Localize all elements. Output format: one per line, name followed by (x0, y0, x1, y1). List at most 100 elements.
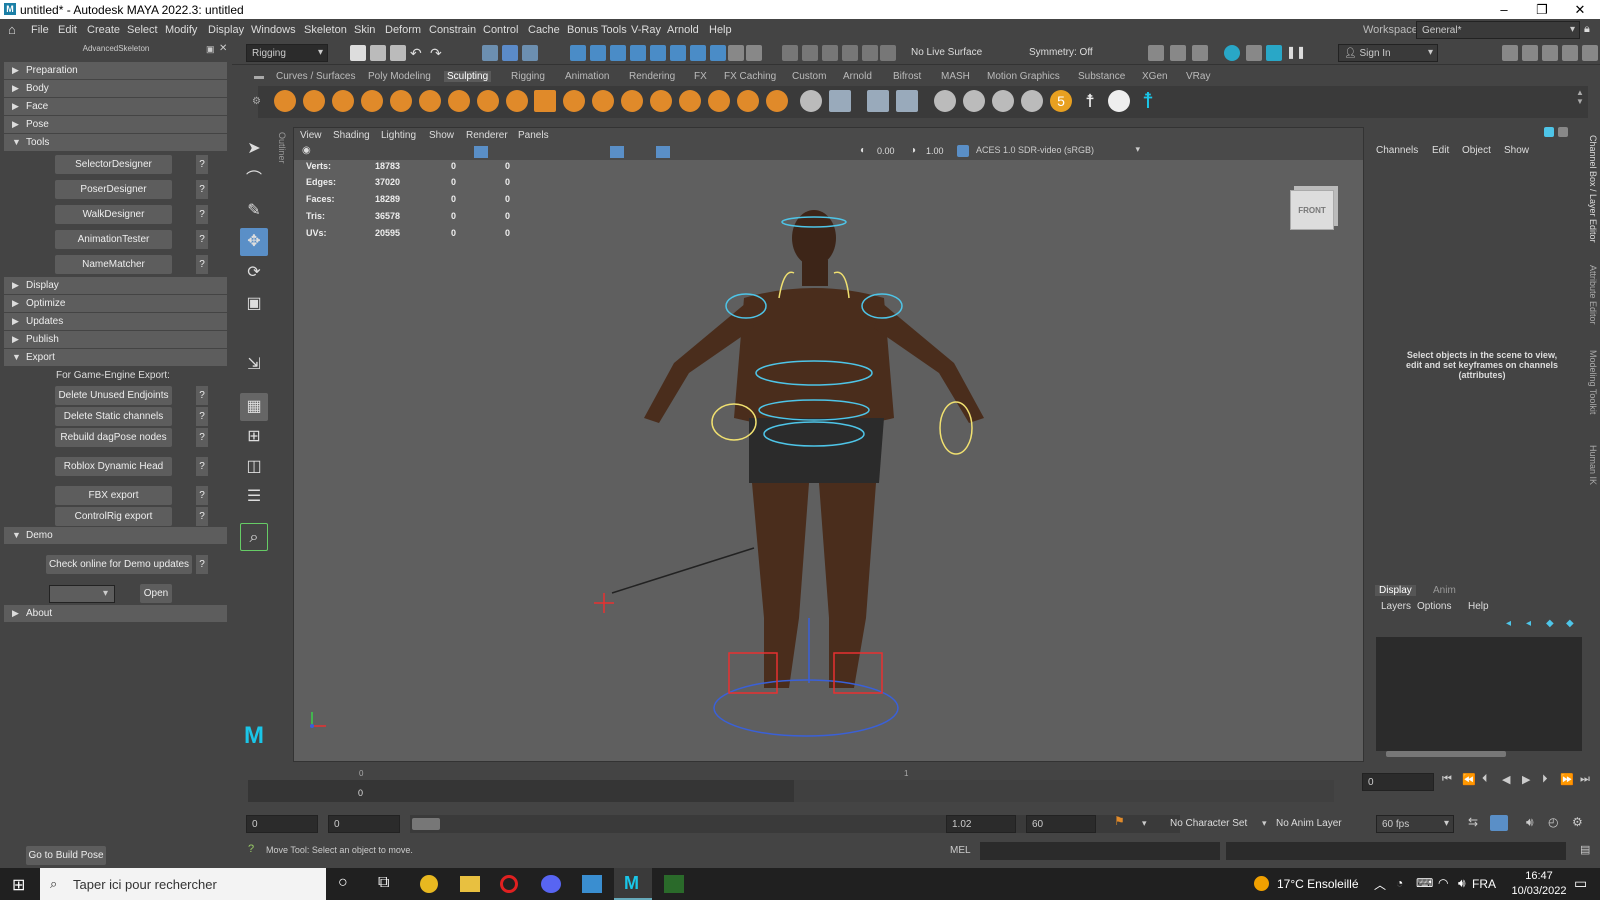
shelf-menu-icon[interactable]: ▬ (254, 71, 264, 82)
layers-icon[interactable] (992, 90, 1014, 112)
tab-display-layers[interactable]: Display (1375, 585, 1416, 596)
menu-modify[interactable]: Modify (165, 24, 197, 36)
new-empty-layer-icon[interactable]: ◆ (1546, 618, 1554, 629)
tab-xgen[interactable]: XGen (1142, 71, 1168, 82)
close-panel-icon[interactable]: ✕ (219, 43, 227, 54)
maximize-button[interactable]: ❐ (1524, 0, 1560, 19)
cache-playback-icon[interactable] (1490, 815, 1508, 831)
frame-pose[interactable]: ▶ Pose (4, 116, 227, 133)
delete-static-channels-button[interactable]: Delete Static channels (55, 407, 172, 426)
le-menu-options[interactable]: Options (1417, 601, 1451, 612)
ipr-icon[interactable] (862, 45, 878, 61)
select-tool-icon[interactable]: ➤ (240, 135, 268, 163)
frame-body[interactable]: ▶ Body (4, 80, 227, 97)
advanced-skeleton-icon[interactable]: ☨ (1137, 90, 1159, 112)
cb-menu-edit[interactable]: Edit (1432, 145, 1449, 156)
help-button[interactable]: ? (196, 507, 208, 526)
character-set-label[interactable]: No Character Set (1170, 818, 1247, 829)
tab-modeling-toolkit[interactable]: Modeling Toolkit (1588, 350, 1598, 414)
face-icon[interactable] (1108, 90, 1130, 112)
last-tool-icon[interactable]: ⇲ (240, 351, 268, 379)
tpose-figure-icon[interactable]: ☨ (1079, 90, 1101, 112)
grid-icon[interactable] (829, 90, 851, 112)
shelf-scroll-icon[interactable]: ▲ ▼ (1576, 88, 1584, 106)
help-button[interactable]: ? (196, 386, 208, 405)
build-pose-button[interactable]: Go to Build Pose (26, 846, 106, 865)
timeline-track[interactable] (248, 780, 794, 802)
menu-bonus-tools[interactable]: Bonus Tools (567, 24, 627, 36)
layer-scrollbar[interactable] (1386, 751, 1506, 757)
shelf-gear-icon[interactable]: ⚙ (252, 96, 261, 107)
help-button[interactable]: ? (196, 555, 208, 574)
help-button[interactable]: ? (196, 457, 208, 476)
number-five-icon[interactable]: 5 (1050, 90, 1072, 112)
menu-constrain[interactable]: Constrain (429, 24, 476, 36)
pin-icon[interactable] (1266, 45, 1282, 61)
lock-icon[interactable] (728, 45, 744, 61)
script-editor-icon[interactable]: ▤ (1580, 843, 1590, 856)
auto-key-icon[interactable]: ⚑ (1114, 814, 1125, 828)
xgen-icon[interactable] (934, 90, 956, 112)
layer-list[interactable] (1376, 637, 1582, 751)
frame-face[interactable]: ▶ Face (4, 98, 227, 115)
eraser-icon[interactable] (1021, 90, 1043, 112)
tab-motion-graphics[interactable]: Motion Graphics (987, 71, 1060, 82)
scale-tool-icon[interactable]: ▣ (240, 290, 268, 318)
animation-end-field[interactable]: 60 (1026, 815, 1096, 833)
frame-preparation[interactable]: ▶ Preparation (4, 62, 227, 79)
render-icon[interactable] (842, 45, 858, 61)
notification-icon[interactable]: ▭ (1574, 875, 1587, 892)
hypershade-icon[interactable] (1246, 45, 1262, 61)
menu-select[interactable]: Select (127, 24, 158, 36)
opera-icon[interactable] (500, 875, 518, 893)
ipr-render-icon[interactable] (1192, 45, 1208, 61)
lock-icon[interactable]: 🔒︎ (1584, 23, 1590, 36)
io-icon[interactable] (802, 45, 818, 61)
step-back-icon[interactable]: ⏴ (1482, 773, 1488, 786)
sculpt-settings-icon[interactable] (800, 90, 822, 112)
pause-icon[interactable]: ❚❚ (1286, 45, 1306, 61)
scrape-tool-icon[interactable] (592, 90, 614, 112)
weather-text[interactable]: 17°C Ensoleillé (1277, 877, 1359, 891)
step-forward-icon[interactable]: ⏵ (1542, 773, 1548, 786)
anim-prefs-icon[interactable]: ⚙ (1572, 815, 1583, 829)
help-button[interactable]: ? (196, 255, 208, 274)
tab-rendering[interactable]: Rendering (629, 71, 675, 82)
render-current-icon[interactable] (1170, 45, 1186, 61)
menuset-dropdown[interactable]: Rigging ▾ (246, 44, 328, 62)
volume-icon[interactable]: 🔊︎ (1458, 876, 1466, 891)
snap-edge-icon[interactable] (690, 45, 706, 61)
amplify-tool-icon[interactable] (737, 90, 759, 112)
select-object-icon[interactable] (502, 45, 518, 61)
spray-tool-icon[interactable] (477, 90, 499, 112)
channel-box-icon[interactable] (1582, 45, 1598, 61)
home-icon[interactable]: ⌂ (8, 22, 16, 37)
smear-tool-icon[interactable] (679, 90, 701, 112)
menu-deform[interactable]: Deform (385, 24, 421, 36)
menu-display[interactable]: Display (208, 24, 244, 36)
menu-skeleton[interactable]: Skeleton (304, 24, 347, 36)
time-slider[interactable]: 0 1 0 (246, 768, 1346, 804)
menu-create[interactable]: Create (87, 24, 120, 36)
fbx-export-button[interactable]: FBX export (55, 486, 172, 505)
menu-windows[interactable]: Windows (251, 24, 296, 36)
magnet-icon[interactable] (746, 45, 762, 61)
play-back-icon[interactable]: ◀ (1502, 773, 1510, 786)
tray-ime-icon[interactable]: ⌨ (1416, 876, 1433, 890)
fill-tool-icon[interactable] (621, 90, 643, 112)
tab-anim-layers[interactable]: Anim (1433, 585, 1456, 596)
outliner-side-tab[interactable]: Outliner (277, 132, 287, 164)
attribute-editor-icon[interactable] (1542, 45, 1558, 61)
relax-tool-icon[interactable] (332, 90, 354, 112)
discord-icon[interactable] (541, 875, 561, 893)
channel-box-sync-icon[interactable] (1558, 127, 1568, 137)
menu-arnold[interactable]: Arnold (667, 24, 699, 36)
tab-substance[interactable]: Substance (1078, 71, 1125, 82)
sound-icon[interactable]: 🔊︎ (1526, 815, 1534, 830)
wifi-icon[interactable]: ◠ (1438, 876, 1448, 890)
menu-control[interactable]: Control (483, 24, 518, 36)
frame-publish[interactable]: ▶ Publish (4, 331, 227, 348)
name-matcher-button[interactable]: NameMatcher (55, 255, 172, 274)
cortana-icon[interactable]: ○ (338, 874, 348, 892)
frame-export[interactable]: ▼ Export (4, 349, 227, 366)
